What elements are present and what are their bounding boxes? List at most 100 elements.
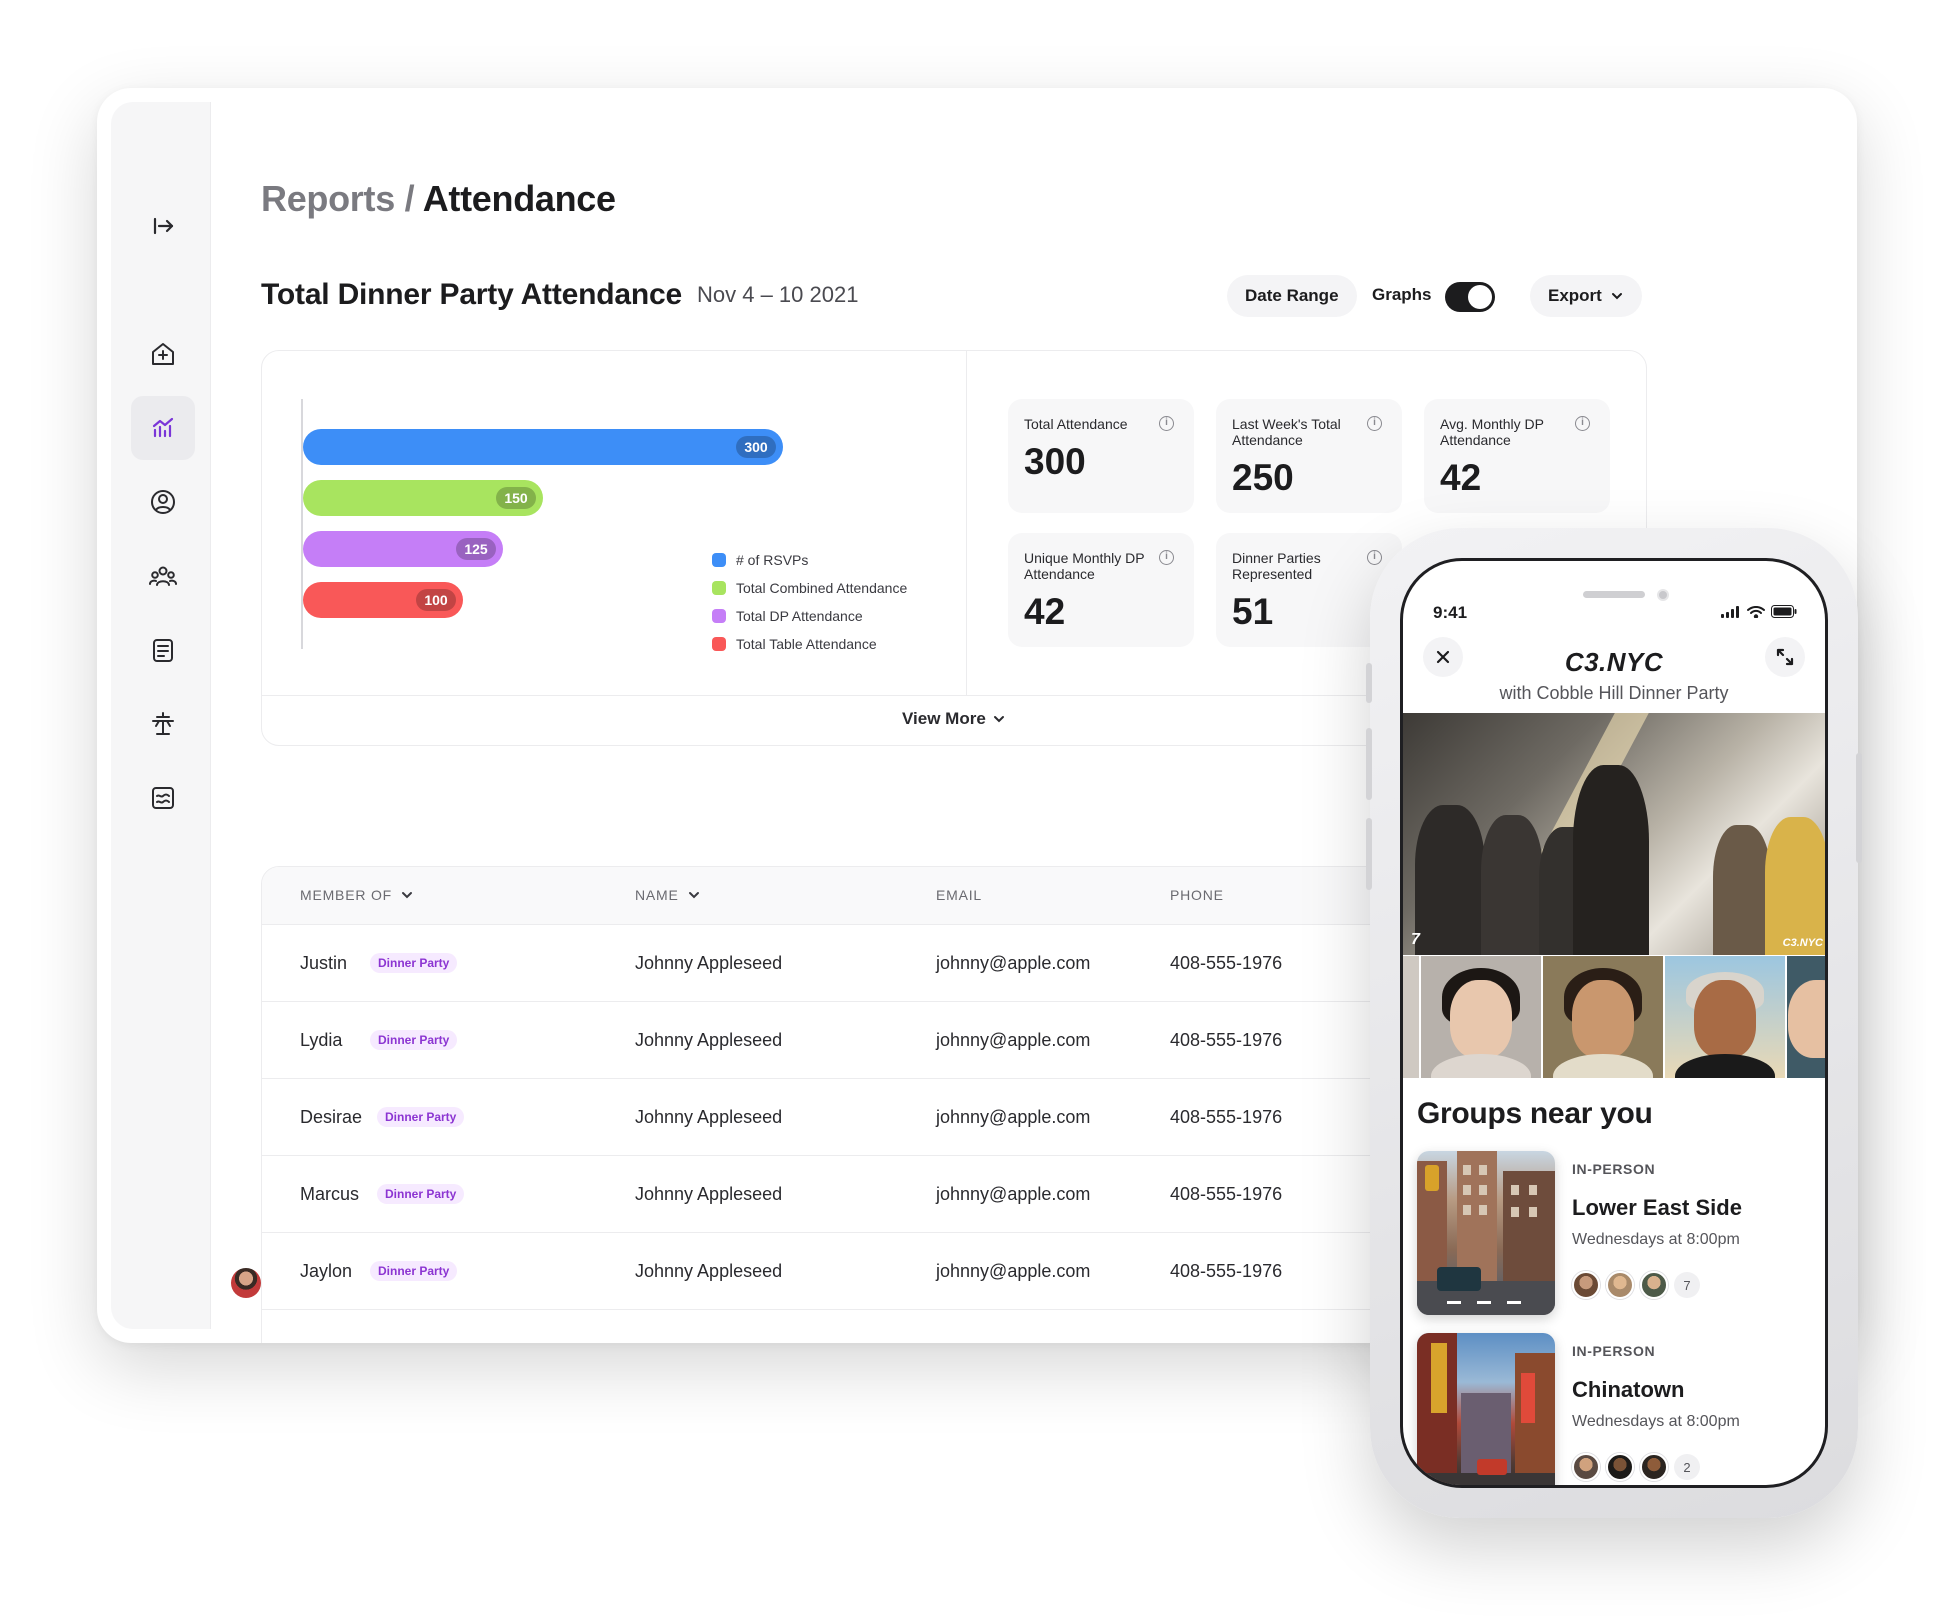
legend-label: Total DP Attendance — [736, 608, 863, 624]
wifi-icon — [1747, 605, 1765, 618]
sidebar-item-insights[interactable] — [131, 766, 195, 830]
participant-face — [1572, 980, 1634, 1058]
stat-value: 250 — [1232, 457, 1294, 498]
member-cell: Jaylon — [300, 1261, 353, 1281]
participant-face — [1450, 980, 1512, 1058]
participant-tile[interactable] — [1543, 956, 1663, 1078]
email-cell[interactable]: johnny@apple.com — [936, 1107, 1090, 1128]
participant-tile[interactable] — [1403, 956, 1419, 1078]
name-cell: Johnny Appleseed — [635, 1261, 783, 1281]
member-avatar — [1572, 1271, 1600, 1299]
info-icon[interactable]: i — [1367, 550, 1382, 565]
toggle-knob — [1468, 285, 1492, 309]
column-header-email[interactable]: EMAIL — [936, 887, 982, 903]
group-name: Lower East Side — [1572, 1195, 1742, 1220]
export-button[interactable]: Export — [1530, 275, 1642, 317]
document-list-icon — [153, 639, 173, 662]
group-members: 2 — [1572, 1453, 1700, 1481]
sidebar-item-groups[interactable] — [131, 544, 195, 608]
bar-value-label: 125 — [464, 541, 488, 557]
report-icon — [152, 787, 174, 809]
legend-label: # of RSVPs — [736, 552, 809, 568]
expand-button[interactable] — [1765, 637, 1805, 677]
column-header-label: EMAIL — [936, 887, 983, 903]
participant-tile[interactable] — [1665, 956, 1785, 1078]
email-cell[interactable]: johnny@apple.com — [936, 1184, 1090, 1205]
member-badge: Dinner Party — [377, 1184, 465, 1204]
info-icon[interactable]: i — [1159, 550, 1174, 565]
bar-value-label: 100 — [424, 592, 448, 608]
app-title: C3.NYC — [1564, 647, 1664, 677]
phone-side-button — [1366, 818, 1372, 890]
sidebar — [111, 102, 211, 1329]
stat-value: 42 — [1024, 591, 1066, 632]
column-header-name[interactable]: NAME — [635, 887, 701, 903]
member-cell: Desirae — [300, 1107, 363, 1127]
legend-item: Total Combined Attendance — [712, 574, 907, 602]
member-badge: Dinner Party — [370, 1261, 458, 1281]
phone-side-button — [1366, 728, 1372, 800]
stat-label: Last Week's Total Attendance — [1232, 416, 1341, 448]
stat-label: Total Attendance — [1024, 416, 1128, 432]
street-scene-image — [1417, 1151, 1555, 1315]
name-cell: Johnny Appleseed — [635, 1030, 783, 1050]
email-cell[interactable]: johnny@apple.com — [936, 1030, 1090, 1051]
chart-bar[interactable] — [303, 429, 783, 465]
main-video[interactable]: 7 C3.NYC — [1403, 713, 1825, 955]
name-cell: Johnny Appleseed — [635, 953, 783, 973]
info-icon[interactable]: i — [1575, 416, 1590, 431]
app-subtitle: with Cobble Hill Dinner Party — [1499, 683, 1729, 703]
stat-label: Avg. Monthly DP Attendance — [1440, 416, 1544, 448]
expand-icon — [1776, 648, 1794, 666]
participant-tile[interactable] — [1421, 956, 1541, 1078]
email-cell[interactable]: johnny@apple.com — [936, 1261, 1090, 1282]
chevron-down-icon — [993, 716, 1004, 723]
phone-speaker — [1583, 591, 1645, 598]
name-cell: Johnny Appleseed — [635, 1107, 783, 1127]
legend-item: # of RSVPs — [712, 546, 907, 574]
table-icon — [152, 712, 174, 735]
chart-legend: # of RSVPs Total Combined Attendance Tot… — [712, 546, 907, 658]
phone-camera — [1657, 589, 1669, 601]
date-range-label: Date Range — [1245, 286, 1339, 305]
stat-value: 51 — [1232, 591, 1274, 632]
participant-face — [1694, 980, 1756, 1058]
column-header-member-of[interactable]: MEMBER OF — [300, 887, 414, 903]
participant-shoulders — [1675, 1054, 1775, 1078]
phone-screen: 9:41 C3.NYC with Cobble Hill Dinner Part… — [1400, 558, 1828, 1488]
collapse-sidebar-button[interactable] — [131, 194, 195, 258]
phone-mockup: 9:41 C3.NYC with Cobble Hill Dinner Part… — [1366, 528, 1862, 1518]
group-kind: IN-PERSON — [1572, 1343, 1656, 1359]
user-circle-icon — [151, 490, 175, 514]
info-icon[interactable]: i — [1367, 416, 1382, 431]
group-icon — [149, 566, 177, 586]
section-date: Nov 4 – 10 2021 — [697, 282, 859, 307]
user-avatar[interactable] — [231, 1268, 261, 1298]
sidebar-item-documents[interactable] — [131, 618, 195, 682]
participant-tile[interactable] — [1787, 956, 1825, 1078]
group-schedule: Wednesdays at 8:00pm — [1572, 1231, 1740, 1248]
member-cell: Marcus — [300, 1184, 360, 1204]
graphs-toggle[interactable] — [1445, 282, 1495, 312]
group-card-chinatown[interactable]: IN-PERSON Chinatown Wednesdays at 8:00pm… — [1417, 1333, 1817, 1485]
group-kind: IN-PERSON — [1572, 1161, 1656, 1177]
bar-value-label: 150 — [504, 490, 528, 506]
group-card-lower-east-side[interactable]: IN-PERSON Lower East Side Wednesdays at … — [1417, 1151, 1817, 1317]
breadcrumb-parent[interactable]: Reports — [261, 178, 395, 219]
member-count: 7 — [1674, 1272, 1700, 1298]
group-image — [1417, 1333, 1555, 1485]
date-range-button[interactable]: Date Range — [1227, 275, 1357, 317]
member-badge: Dinner Party — [377, 1107, 465, 1127]
column-header-phone[interactable]: PHONE — [1170, 887, 1224, 903]
sidebar-item-tables[interactable] — [131, 692, 195, 756]
sidebar-item-home[interactable] — [131, 322, 195, 386]
sidebar-item-reports[interactable] — [131, 396, 195, 460]
column-header-label: NAME — [635, 887, 679, 903]
sidebar-item-profile[interactable] — [131, 470, 195, 534]
email-cell[interactable]: johnny@apple.com — [936, 953, 1090, 974]
member-count: 2 — [1674, 1454, 1700, 1480]
info-icon[interactable]: i — [1159, 416, 1174, 431]
bar-value-label: 300 — [744, 439, 768, 455]
member-cell: Justin — [300, 953, 348, 973]
stat-label: Dinner Parties Represented — [1232, 550, 1321, 582]
